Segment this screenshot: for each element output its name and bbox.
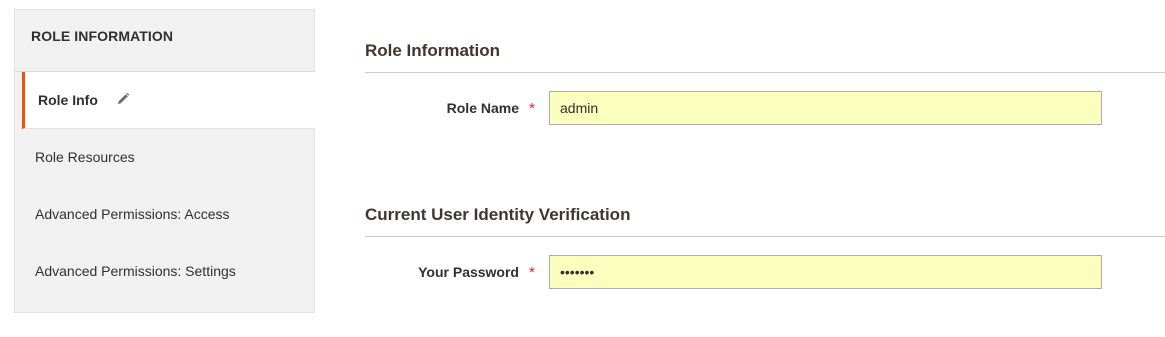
role-name-field: Role Name * [365, 91, 1165, 125]
role-tabs-sidebar: ROLE INFORMATION Role Info Role Resource… [14, 9, 315, 313]
tab-role-resources-label: Role Resources [35, 149, 135, 165]
role-name-label: Role Name [446, 100, 519, 116]
required-marker: * [529, 100, 535, 117]
main-content: Role Information Role Name * Current Use… [365, 0, 1165, 337]
sidebar-tab-list: Role Info Role Resources Advanced Permis… [15, 72, 315, 300]
password-input[interactable] [549, 255, 1102, 289]
required-marker: * [529, 264, 535, 281]
tab-role-resources[interactable]: Role Resources [15, 129, 314, 186]
tab-advanced-permissions-access[interactable]: Advanced Permissions: Access [15, 186, 314, 243]
sidebar-title: ROLE INFORMATION [15, 10, 314, 72]
tab-advanced-permissions-settings[interactable]: Advanced Permissions: Settings [15, 243, 314, 300]
identity-verification-heading: Current User Identity Verification [365, 205, 1165, 237]
role-name-input[interactable] [549, 91, 1102, 125]
password-field: Your Password * [365, 255, 1165, 289]
role-edit-page: ROLE INFORMATION Role Info Role Resource… [0, 0, 1165, 337]
password-label: Your Password [418, 264, 519, 280]
tab-advanced-permissions-access-label: Advanced Permissions: Access [35, 206, 230, 222]
tab-role-info[interactable]: Role Info [22, 72, 315, 129]
tab-advanced-permissions-settings-label: Advanced Permissions: Settings [35, 263, 236, 279]
role-information-heading: Role Information [365, 41, 1165, 73]
pencil-icon [117, 93, 129, 105]
tab-role-info-label: Role Info [38, 92, 98, 108]
